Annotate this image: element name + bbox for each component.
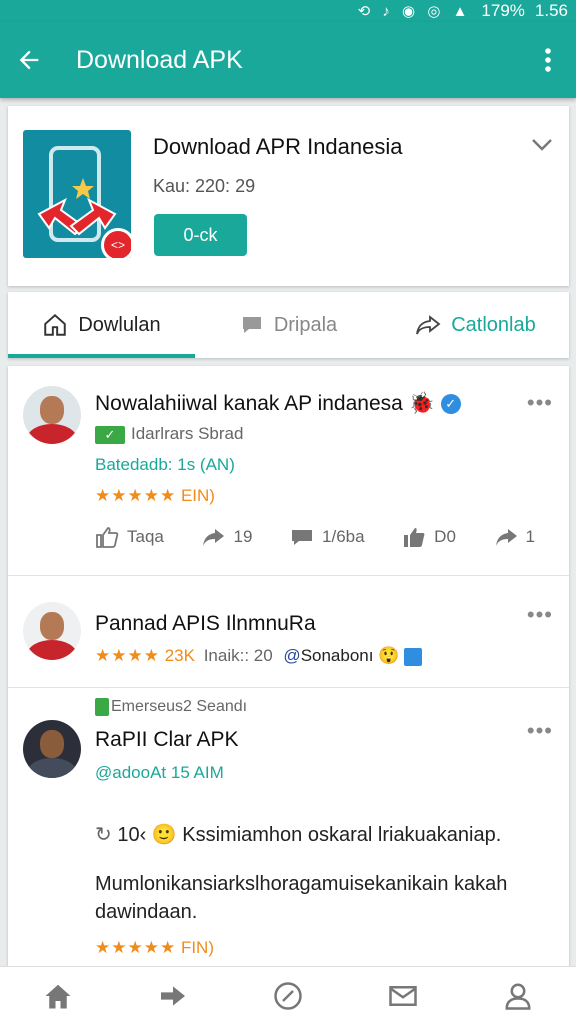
nav-forward[interactable] <box>143 967 203 1024</box>
tab-label: Catlonlab <box>451 313 536 336</box>
post-body: dawindaan. <box>95 901 198 923</box>
arrow-left-icon <box>19 50 39 70</box>
like-button[interactable]: D0 <box>402 526 456 548</box>
emoji: 🐞 <box>408 392 435 415</box>
clock: 1.56 <box>534 1 568 20</box>
avatar <box>23 602 81 660</box>
smile-icon: 🙂 <box>151 824 177 846</box>
app-meta: Kau: 220: 29 <box>153 176 256 196</box>
comment-bubble-icon <box>292 530 313 545</box>
chevron-down-icon <box>532 139 552 151</box>
battery-level: 179% <box>481 1 525 20</box>
avatar <box>23 386 81 444</box>
comment-icon <box>242 317 261 333</box>
post-menu-button[interactable]: ••• <box>527 390 553 416</box>
compass-icon <box>274 981 302 1010</box>
share-arrow-icon <box>203 529 225 546</box>
nav-explore[interactable] <box>258 967 318 1024</box>
check-icon: ✓ <box>95 425 125 444</box>
tab-label: Dripala <box>273 313 338 336</box>
post-menu-button[interactable]: ••• <box>527 718 553 744</box>
tab-bar: Dowlulan Dripala Catlonlab <box>8 292 569 358</box>
post-time: Batedadb: 1s (AN) <box>95 455 235 474</box>
back-button[interactable] <box>0 22 58 98</box>
forward-icon <box>160 985 185 1006</box>
nav-home[interactable] <box>28 967 88 1024</box>
post-author: Pannad APIS IlnmnuRa <box>95 612 316 635</box>
post-rating: ★★★★★ FIN) <box>95 938 214 957</box>
status-bar: ⟲ ♪ ◉ ◎ ▲ 179% 1.56 <box>0 0 576 22</box>
tab-dripala[interactable]: Dripala <box>195 292 382 358</box>
nav-messages[interactable] <box>373 967 433 1024</box>
feed-post[interactable]: Emerseus2 Seandı ••• RaPII Clar APK @ado… <box>8 688 569 966</box>
post-meta: ★★★★ 23K Inaik:: 20 @Sonabonı 😲 <box>95 646 423 666</box>
profile-icon <box>505 983 531 1010</box>
thumbs-up-icon <box>404 528 425 547</box>
post-label: Emerseus2 Seandı <box>95 698 247 716</box>
post-menu-button[interactable]: ••• <box>527 602 553 628</box>
app-name: Download APR Indanesia <box>153 134 403 159</box>
post-rating: ★★★★★ EIN) <box>95 486 215 505</box>
bottom-nav <box>0 966 576 1024</box>
like-button[interactable]: Taqa <box>95 526 164 548</box>
nav-profile[interactable] <box>488 967 548 1024</box>
tab-dowlulan[interactable]: Dowlulan <box>8 292 195 358</box>
more-vertical-icon <box>545 48 551 72</box>
post-author: Nowalahiiwal kanak AP indanesa 🐞 ✓ <box>95 392 461 416</box>
home-icon <box>45 984 71 1008</box>
post-body: Mumlonikansiarkslhoragamuisekanikain kak… <box>95 873 508 895</box>
post-actions: Taqa 19 1/6ba D0 1 <box>95 526 535 548</box>
page-title: Download APK <box>76 45 243 74</box>
comment-button[interactable]: 1/6ba <box>290 526 365 548</box>
download-button[interactable]: 0-ck <box>154 214 247 256</box>
feed-post[interactable]: ••• Nowalahiiwal kanak AP indanesa 🐞 ✓ ✓… <box>8 366 569 576</box>
app-card: <> Download APR Indanesia Kau: 220: 29 0… <box>8 106 569 286</box>
post-handle: @adooAt 15 AIM <box>95 763 224 782</box>
post-body: ↻ 10‹ 🙂 Kssimiamhon oskaral lriakuakania… <box>95 824 502 846</box>
overflow-menu-button[interactable] <box>520 22 576 98</box>
tab-label: Dowlulan <box>78 313 161 336</box>
status-icons: ⟲ ♪ ◉ ◎ ▲ <box>357 3 472 20</box>
thumbs-up-icon <box>96 527 119 548</box>
share-arrow-icon <box>495 529 517 546</box>
at-icon: @ <box>283 646 301 665</box>
star-icon: ★★★★★ <box>95 938 177 957</box>
mail-icon <box>389 985 417 1006</box>
post-author: RaPII Clar APK <box>95 728 239 751</box>
app-badge: <> <box>101 228 131 258</box>
feed: ••• Nowalahiiwal kanak AP indanesa 🐞 ✓ ✓… <box>8 366 569 966</box>
home-icon <box>44 313 67 336</box>
refresh-icon: ↻ <box>95 824 112 846</box>
tab-catlonlab[interactable]: Catlonlab <box>382 292 569 358</box>
share-button[interactable]: 1 <box>494 526 535 548</box>
expand-button[interactable] <box>531 138 553 157</box>
check-icon <box>95 698 109 716</box>
share-button[interactable]: 19 <box>201 526 252 548</box>
star-icon: ★★★★★ <box>95 486 177 505</box>
flag-icon <box>404 647 423 666</box>
app-bar: Download APK <box>0 22 576 98</box>
avatar <box>23 720 81 778</box>
star-icon: ★★★★ <box>95 646 160 665</box>
app-icon: <> <box>23 130 131 258</box>
verified-icon: ✓ <box>440 394 461 415</box>
share-icon <box>416 315 441 335</box>
feed-post[interactable]: ••• Pannad APIS IlnmnuRa ★★★★ 23K Inaik:… <box>8 576 569 688</box>
post-subtitle: ✓ Idarlrars Sbrad <box>95 424 243 444</box>
